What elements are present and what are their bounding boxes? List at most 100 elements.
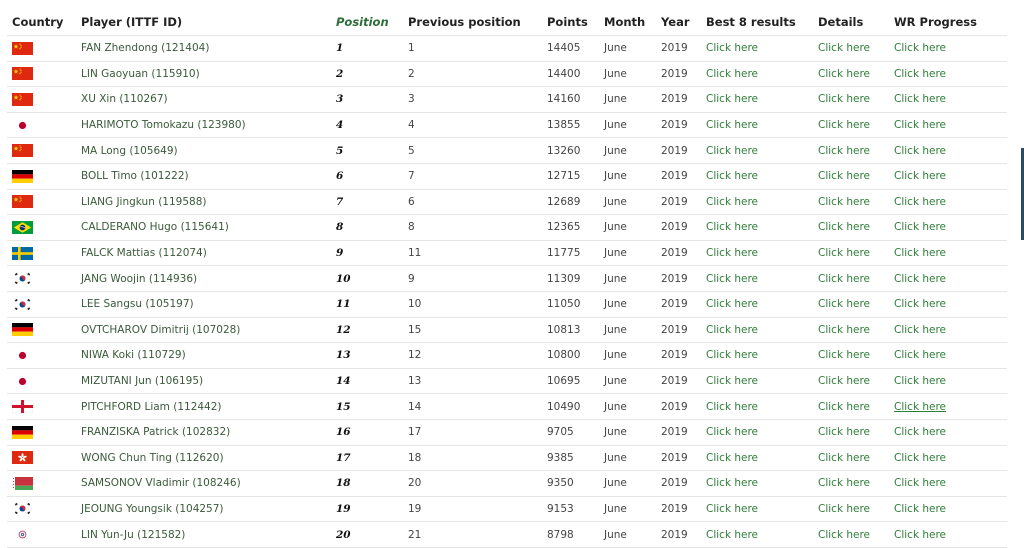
best8-link[interactable]: Click here xyxy=(701,137,813,164)
wr-progress-link[interactable]: Click here xyxy=(889,86,1007,113)
best8-link[interactable]: Click here xyxy=(701,495,813,522)
details-link[interactable]: Click here xyxy=(813,60,889,87)
details-link[interactable]: Click here xyxy=(813,239,889,266)
wr-progress-link[interactable]: Click here xyxy=(889,418,1007,445)
table-row: LIN Gaoyuan (115910) 2 2 14400 June 2019 Click… xyxy=(7,60,1007,87)
year-value: 2019 xyxy=(656,342,701,369)
flag-japan-icon xyxy=(12,348,33,362)
best8-link[interactable]: Click here xyxy=(701,214,813,241)
best8-link[interactable]: Click here xyxy=(701,367,813,394)
country-cell xyxy=(7,239,76,266)
points-value: 14400 xyxy=(542,60,599,87)
year-value: 2019 xyxy=(656,60,701,87)
position-value: 6 xyxy=(331,162,403,190)
country-cell xyxy=(7,86,76,113)
wr-progress-link[interactable]: Click here xyxy=(889,367,1007,394)
table-row: SAMSONOV Vladimir (108246) 18 20 9350 June 20… xyxy=(7,470,1007,497)
wr-progress-link[interactable]: Click here xyxy=(889,188,1007,215)
flag-korea-icon xyxy=(12,297,33,311)
wr-progress-link[interactable]: Click here xyxy=(889,60,1007,87)
wr-progress-link[interactable]: Click here xyxy=(889,35,1007,62)
details-link[interactable]: Click here xyxy=(813,290,889,318)
details-link[interactable]: Click here xyxy=(813,137,889,164)
best8-link[interactable]: Click here xyxy=(701,316,813,343)
table-row: FAN Zhendong (121404) 1 1 14405 June 2019 Clic… xyxy=(7,35,1007,62)
position-value: 3 xyxy=(331,86,403,113)
best8-link[interactable]: Click here xyxy=(701,86,813,113)
position-value: 2 xyxy=(331,60,403,87)
wr-progress-link[interactable]: Click here xyxy=(889,214,1007,241)
best8-link[interactable]: Click here xyxy=(701,470,813,497)
player-name: LIANG Jingkun (119588) xyxy=(76,188,331,215)
details-link[interactable]: Click here xyxy=(813,470,889,497)
header-player: Player (ITTF ID) xyxy=(81,14,183,29)
details-link[interactable]: Click here xyxy=(813,367,889,394)
previous-position-value: 14 xyxy=(403,393,542,420)
wr-progress-link[interactable]: Click here xyxy=(889,495,1007,522)
flag-china-icon xyxy=(12,144,33,158)
details-link[interactable]: Click here xyxy=(813,265,889,292)
month-value: June xyxy=(599,290,656,318)
country-cell xyxy=(7,521,76,548)
best8-link[interactable]: Click here xyxy=(701,290,813,318)
details-link[interactable]: Click here xyxy=(813,521,889,548)
points-value: 14160 xyxy=(542,86,599,113)
table-row: OVTCHAROV Dimitrij (107028) 12 15 10813 June… xyxy=(7,316,1007,343)
wr-progress-link[interactable]: Click here xyxy=(889,444,1007,471)
points-value: 10490 xyxy=(542,393,599,420)
points-value: 12689 xyxy=(542,188,599,215)
details-link[interactable]: Click here xyxy=(813,188,889,215)
year-value: 2019 xyxy=(656,265,701,292)
best8-link[interactable]: Click here xyxy=(701,35,813,62)
wr-progress-link[interactable]: Click here xyxy=(889,239,1007,266)
country-cell xyxy=(7,35,76,62)
best8-link[interactable]: Click here xyxy=(701,418,813,445)
wr-progress-link[interactable]: Click here xyxy=(889,137,1007,164)
details-link[interactable]: Click here xyxy=(813,86,889,113)
best8-link[interactable]: Click here xyxy=(701,521,813,548)
table-header-row: Country Player (ITTF ID) Position Previo… xyxy=(7,8,1007,36)
player-name: MIZUTANI Jun (106195) xyxy=(76,367,331,394)
points-value: 13855 xyxy=(542,111,599,138)
details-link[interactable]: Click here xyxy=(813,418,889,445)
best8-link[interactable]: Click here xyxy=(701,239,813,266)
details-link[interactable]: Click here xyxy=(813,214,889,241)
flag-china-icon xyxy=(12,41,33,55)
wr-progress-link[interactable]: Click here xyxy=(889,290,1007,318)
previous-position-value: 8 xyxy=(403,214,542,241)
header-position[interactable]: Position xyxy=(331,8,403,36)
details-link[interactable]: Click here xyxy=(813,342,889,369)
flag-china-icon xyxy=(12,67,33,81)
wr-progress-link[interactable]: Click here xyxy=(889,111,1007,138)
details-link[interactable]: Click here xyxy=(813,316,889,343)
player-name: OVTCHAROV Dimitrij (107028) xyxy=(76,316,331,343)
wr-progress-link[interactable]: Click here xyxy=(889,521,1007,548)
wr-progress-link[interactable]: Click here xyxy=(889,342,1007,369)
wr-progress-link[interactable]: Click here xyxy=(889,162,1007,190)
details-link[interactable]: Click here xyxy=(813,111,889,138)
details-link[interactable]: Click here xyxy=(813,393,889,420)
wr-progress-link[interactable]: Click here xyxy=(889,393,1007,420)
position-value: 17 xyxy=(331,444,403,471)
flag-japan-icon xyxy=(12,118,33,132)
best8-link[interactable]: Click here xyxy=(701,393,813,420)
best8-link[interactable]: Click here xyxy=(701,162,813,190)
best8-link[interactable]: Click here xyxy=(701,444,813,471)
country-cell xyxy=(7,470,76,497)
wr-progress-link[interactable]: Click here xyxy=(889,316,1007,343)
best8-link[interactable]: Click here xyxy=(701,111,813,138)
best8-link[interactable]: Click here xyxy=(701,342,813,369)
details-link[interactable]: Click here xyxy=(813,162,889,190)
best8-link[interactable]: Click here xyxy=(701,60,813,87)
best8-link[interactable]: Click here xyxy=(701,188,813,215)
details-link[interactable]: Click here xyxy=(813,495,889,522)
previous-position-value: 2 xyxy=(403,60,542,87)
wr-progress-link[interactable]: Click here xyxy=(889,470,1007,497)
position-value: 18 xyxy=(331,470,403,497)
flag-sweden-icon xyxy=(12,246,33,260)
table-row: LIANG Jingkun (119588) 7 6 12689 June 2019 Cli… xyxy=(7,188,1007,215)
best8-link[interactable]: Click here xyxy=(701,265,813,292)
details-link[interactable]: Click here xyxy=(813,444,889,471)
details-link[interactable]: Click here xyxy=(813,35,889,62)
wr-progress-link[interactable]: Click here xyxy=(889,265,1007,292)
